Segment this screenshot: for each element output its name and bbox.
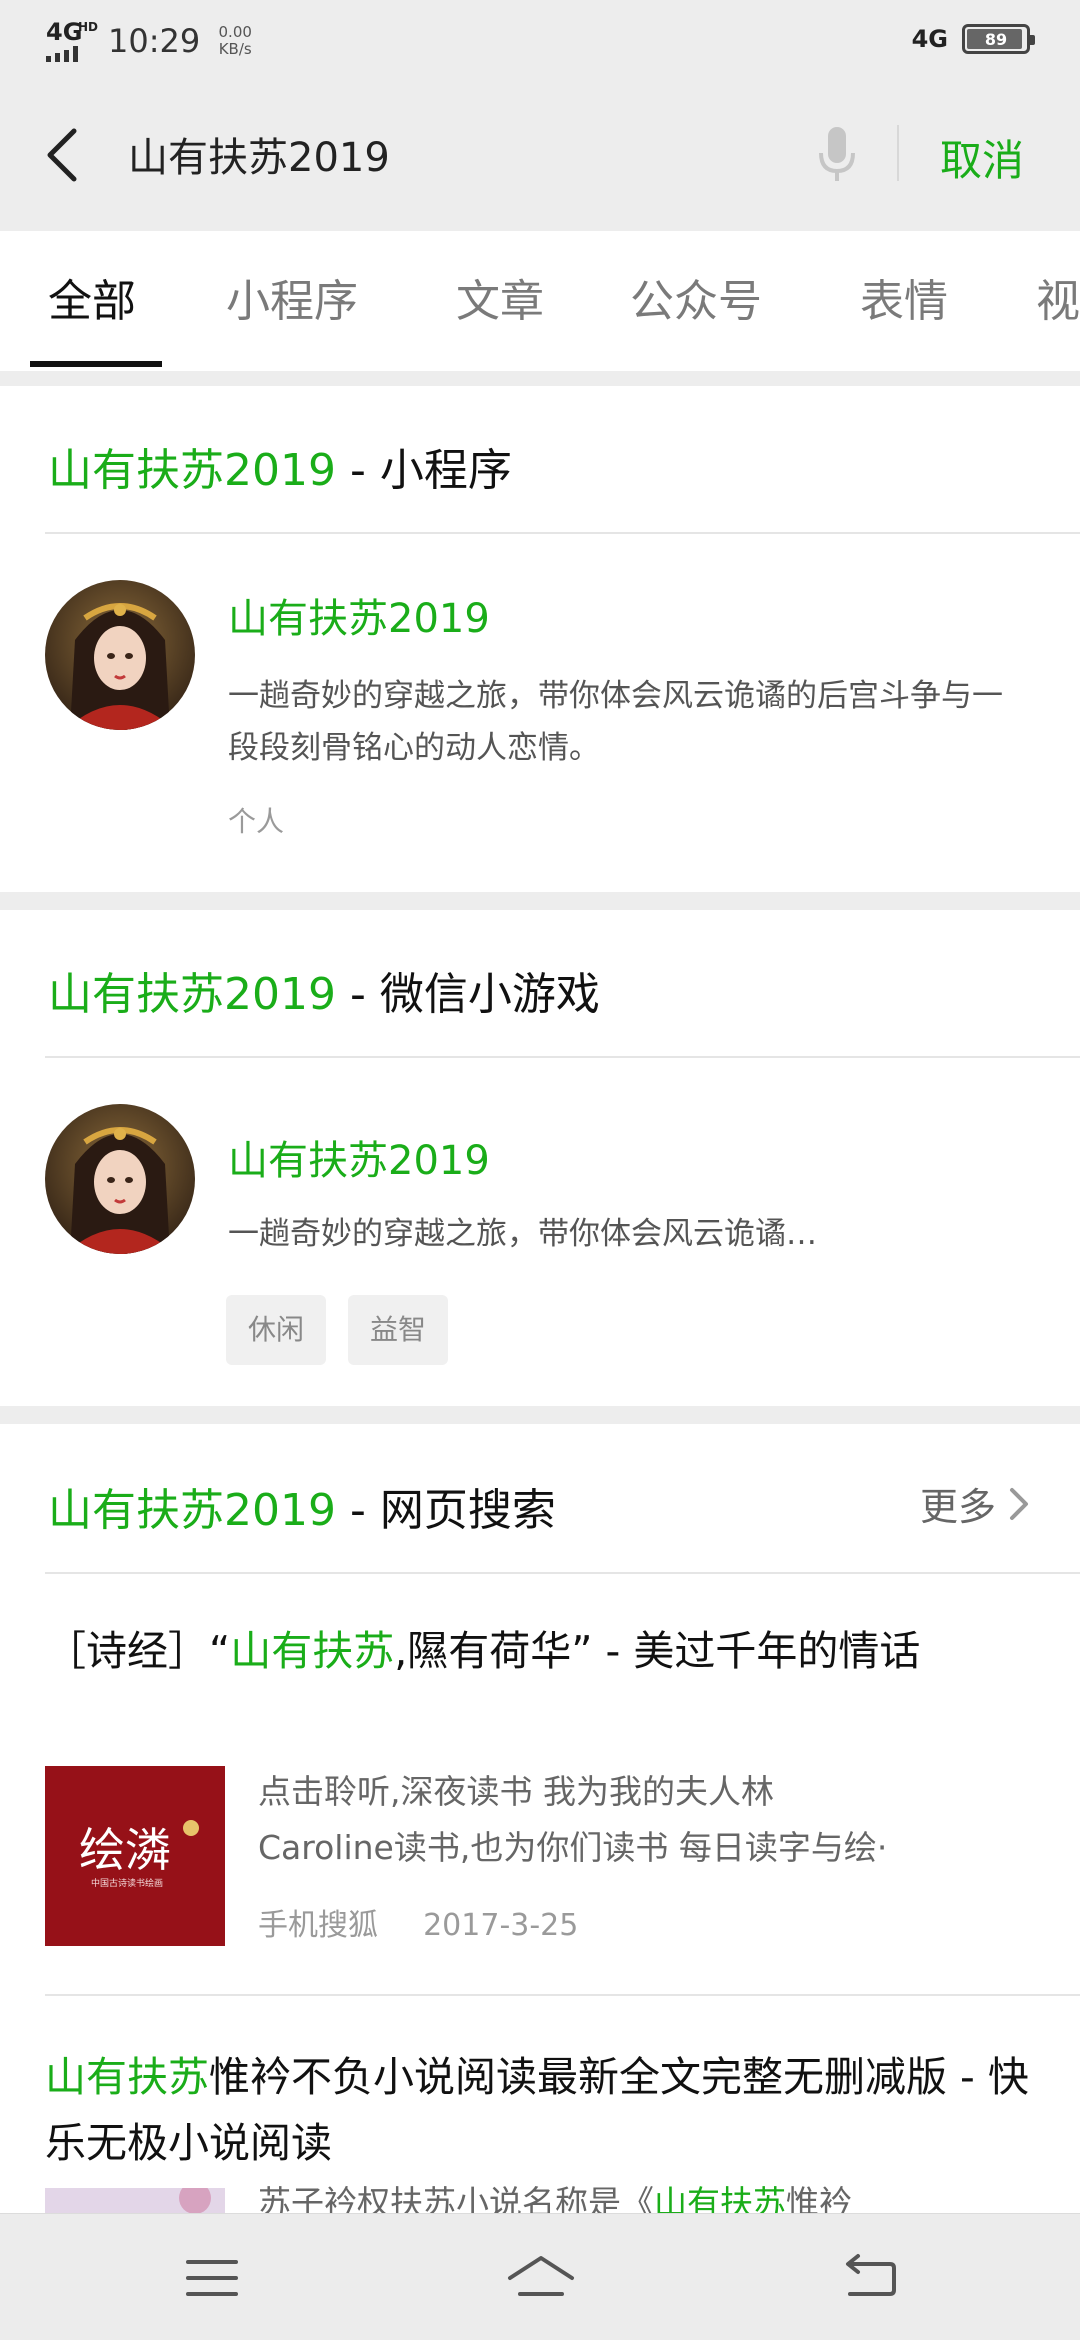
web-result-thumbnail[interactable]: 绘潾 中国古诗读书绘画 [45, 1766, 225, 1946]
tab-all[interactable]: 全部 [48, 265, 136, 329]
thumbnail-subtitle: 中国古诗读书绘画 [91, 1877, 163, 1889]
section-divider [45, 532, 1080, 534]
battery-percent: 89 [984, 29, 1008, 49]
tab-official-accounts[interactable]: 公众号 [630, 265, 762, 329]
network-type-label: 4G [46, 18, 83, 46]
miniprogram-name[interactable]: 山有扶苏2019 [228, 586, 490, 644]
more-label: 更多 [919, 1485, 996, 1529]
system-navigation-bar [0, 2214, 1080, 2340]
miniprogram-section: 山有扶苏2019 - 小程序 山有扶苏2019 一趟奇妙的穿越之旅，带你体会风云… [0, 386, 1080, 892]
battery-icon: 89 [962, 24, 1035, 54]
web-result-title-keyword: 山有扶苏 [45, 2053, 209, 2101]
web-result-meta: 手机搜狐 2017-3-25 [258, 1900, 578, 1944]
section-title-type: - 微信小游戏 [335, 969, 600, 1020]
minigame-tag[interactable]: 益智 [348, 1295, 449, 1365]
web-result-snippet-text: 惟衿 [786, 2184, 852, 2214]
section-title-keyword: 山有扶苏2019 [48, 969, 336, 1020]
web-result-snippet-line: Caroline读书,也为你们读书 每日读字与绘· [258, 1828, 888, 1867]
clock-time: 10:29 [108, 22, 201, 60]
status-bar-right: 4G 89 [911, 24, 1035, 54]
menu-icon [186, 2260, 238, 2296]
home-icon [508, 2256, 574, 2296]
web-result-source: 手机搜狐 [258, 1908, 378, 1943]
active-tab-indicator [30, 361, 162, 367]
web-search-section: 山有扶苏2019 - 网页搜索 更多 ［诗经］“山有扶苏,隰有荷华” - 美过千… [0, 1424, 1080, 2214]
nav-back-button[interactable] [840, 2248, 900, 2308]
thumbnail-image: 绘潾 中国古诗读书绘画 [45, 1766, 225, 1946]
avatar-image [45, 580, 195, 730]
section-title: 山有扶苏2019 - 微信小游戏 [48, 958, 600, 1022]
miniprogram-avatar[interactable] [45, 580, 195, 730]
tab-miniprogram[interactable]: 小程序 [226, 265, 358, 329]
chevron-right-icon [1010, 1487, 1028, 1520]
web-result-title[interactable]: ［诗经］“山有扶苏,隰有荷华” - 美过千年的情话 [45, 1618, 1045, 1684]
search-category-tabs: 全部 小程序 文章 公众号 表情 视 [0, 231, 1080, 371]
section-title-type: - 网页搜索 [335, 1485, 556, 1536]
section-title: 山有扶苏2019 - 小程序 [48, 434, 512, 498]
status-bar: 4G HD 10:29 0.00 KB/s 4G 89 [0, 0, 1080, 75]
network-speed-unit: KB/s [218, 40, 252, 58]
web-result-title[interactable]: 山有扶苏惟衿不负小说阅读最新全文完整无删减版 - 快乐无极小说阅读 [45, 2044, 1045, 2176]
web-result-snippet-text: 苏子衿权扶苏小说名称是《 [258, 2184, 654, 2214]
hd-label: HD [78, 20, 99, 34]
header-divider [897, 125, 899, 181]
minigame-section: 山有扶苏2019 - 微信小游戏 山有扶苏2019 一趟奇妙的穿越之旅，带你体会… [0, 910, 1080, 1406]
minigame-name[interactable]: 山有扶苏2019 [228, 1128, 490, 1186]
microphone-icon [819, 127, 855, 181]
network-speed: 0.00 KB/s [210, 22, 260, 59]
web-result-snippet: 苏子衿权扶苏小说名称是《山有扶苏惟衿 [258, 2184, 1038, 2214]
return-icon [846, 2254, 896, 2296]
section-title: 山有扶苏2019 - 网页搜索 [48, 1474, 556, 1538]
web-result-snippet: 点击聆听,深夜读书 我为我的夫人林 Caroline读书,也为你们读书 每日读字… [258, 1764, 1038, 1876]
web-result-title-prefix: ［诗经］“ [45, 1627, 231, 1675]
search-input[interactable]: 山有扶苏2019 [128, 125, 390, 183]
web-result-date: 2017-3-25 [423, 1908, 579, 1943]
minigame-avatar[interactable] [45, 1104, 195, 1254]
section-title-keyword: 山有扶苏2019 [48, 1485, 336, 1536]
tab-stickers[interactable]: 表情 [860, 265, 948, 329]
tab-video[interactable]: 视 [1036, 265, 1080, 329]
status-bar-left: 4G HD 10:29 0.00 KB/s [46, 20, 260, 62]
tab-articles[interactable]: 文章 [456, 265, 544, 329]
network-speed-value: 0.00 [218, 22, 252, 41]
chevron-left-icon [47, 128, 77, 182]
web-result-title-keyword: 山有扶苏 [230, 1627, 395, 1675]
web-result-thumbnail[interactable] [45, 2188, 225, 2214]
section-divider [45, 1056, 1080, 1058]
web-result-title-rest: ,隰有荷华” - 美过千年的情话 [394, 1627, 921, 1675]
miniprogram-description: 一趟奇妙的穿越之旅，带你体会风云诡谲的后宫斗争与一段段刻骨铭心的动人恋情。 [228, 678, 1003, 766]
back-button[interactable] [38, 123, 94, 187]
minigame-tag[interactable]: 休闲 [226, 1295, 327, 1365]
minigame-description: 一趟奇妙的穿越之旅，带你体会风云诡谲… [228, 1216, 817, 1252]
thumbnail-title: 绘潾 [79, 1823, 171, 1877]
voice-input-button[interactable] [815, 123, 859, 187]
miniprogram-owner-type: 个人 [228, 805, 285, 838]
search-header: 山有扶苏2019 取消 [0, 75, 1080, 231]
web-result-snippet-keyword: 山有扶苏 [654, 2184, 786, 2214]
result-divider [45, 1994, 1080, 1996]
section-divider [45, 1572, 1080, 1574]
signal-indicator: 4G HD [46, 20, 98, 62]
section-title-type: - 小程序 [335, 445, 512, 496]
more-results-link[interactable]: 更多 [920, 1476, 1030, 1531]
nav-home-button[interactable] [506, 2248, 576, 2308]
section-title-keyword: 山有扶苏2019 [48, 445, 336, 496]
signal-bars-icon [46, 46, 78, 62]
nav-menu-button[interactable] [182, 2248, 242, 2308]
thumbnail-image [45, 2188, 225, 2214]
cancel-button[interactable]: 取消 [940, 127, 1024, 188]
network-type-right: 4G [911, 25, 948, 53]
avatar-image [45, 1104, 195, 1254]
web-result-snippet-line: 点击聆听,深夜读书 我为我的夫人林 [258, 1772, 774, 1811]
